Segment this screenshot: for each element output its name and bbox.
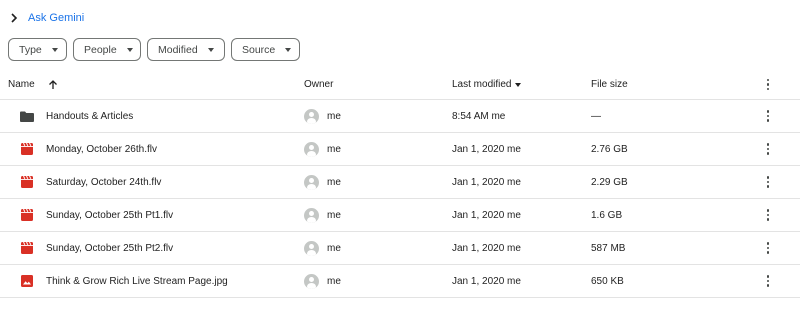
folder-icon <box>20 100 34 132</box>
video-icon <box>20 166 34 198</box>
avatar <box>304 273 319 289</box>
filter-source-label: Source <box>242 43 276 56</box>
video-icon <box>20 133 34 165</box>
owner-name: me <box>327 176 341 188</box>
column-options-more-icon[interactable] <box>762 70 774 99</box>
dropdown-caret-icon <box>51 47 58 52</box>
column-header-owner[interactable]: Owner <box>304 70 333 99</box>
video-icon <box>20 232 34 264</box>
filter-people-chip[interactable]: People <box>73 38 141 61</box>
filter-source-chip[interactable]: Source <box>231 38 300 61</box>
table-header: Name Owner Last modified File size <box>0 70 800 100</box>
table-row[interactable]: Handouts & Articles me 8:54 AM me — <box>0 100 800 133</box>
ask-gemini-link[interactable]: Ask Gemini <box>28 12 84 24</box>
dropdown-caret-icon <box>285 47 292 52</box>
more-actions-icon[interactable] <box>762 265 774 297</box>
file-name[interactable]: Sunday, October 25th Pt2.flv <box>46 232 173 264</box>
owner-name: me <box>327 209 341 221</box>
more-actions-icon[interactable] <box>762 232 774 264</box>
table-row[interactable]: Sunday, October 25th Pt2.flv me Jan 1, 2… <box>0 232 800 265</box>
filter-type-label: Type <box>19 43 42 56</box>
owner-cell: me <box>304 265 341 297</box>
dropdown-caret-icon <box>207 47 214 52</box>
avatar <box>304 108 319 124</box>
avatar <box>304 207 319 223</box>
file-name[interactable]: Handouts & Articles <box>46 100 133 132</box>
more-actions-icon[interactable] <box>762 199 774 231</box>
column-header-file-size[interactable]: File size <box>591 70 628 99</box>
file-size-cell: 2.29 GB <box>591 176 628 188</box>
last-modified-cell: 8:54 AM me <box>452 110 506 122</box>
more-actions-icon[interactable] <box>762 100 774 132</box>
column-header-last-modified[interactable]: Last modified <box>452 70 522 99</box>
file-name[interactable]: Sunday, October 25th Pt1.flv <box>46 199 173 231</box>
file-table: Name Owner Last modified File size Hando… <box>0 70 800 298</box>
more-actions-icon[interactable] <box>762 166 774 198</box>
owner-name: me <box>327 143 341 155</box>
last-modified-cell: Jan 1, 2020 me <box>452 143 521 155</box>
file-name[interactable]: Saturday, October 24th.flv <box>46 166 161 198</box>
avatar <box>304 240 319 256</box>
owner-cell: me <box>304 166 341 198</box>
owner-name: me <box>327 110 341 122</box>
more-actions-icon[interactable] <box>762 133 774 165</box>
column-header-last-modified-label: Last modified <box>452 79 512 90</box>
file-name[interactable]: Think & Grow Rich Live Stream Page.jpg <box>46 265 228 297</box>
chevron-right-icon <box>8 12 20 24</box>
owner-name: me <box>327 275 341 287</box>
owner-name: me <box>327 242 341 254</box>
owner-cell: me <box>304 199 341 231</box>
filter-modified-chip[interactable]: Modified <box>147 38 225 61</box>
image-icon <box>20 265 34 297</box>
column-header-name[interactable]: Name <box>8 70 35 99</box>
file-size-cell: 2.76 GB <box>591 143 628 155</box>
dropdown-caret-icon <box>126 47 133 52</box>
table-row[interactable]: Saturday, October 24th.flv me Jan 1, 202… <box>0 166 800 199</box>
filter-bar: Type People Modified Source <box>8 38 300 61</box>
file-size-cell: — <box>591 110 601 122</box>
file-size-cell: 587 MB <box>591 242 626 254</box>
last-modified-cell: Jan 1, 2020 me <box>452 242 521 254</box>
sort-arrow-up-icon[interactable] <box>48 70 58 99</box>
owner-cell: me <box>304 100 341 132</box>
file-size-cell: 1.6 GB <box>591 209 623 221</box>
table-row[interactable]: Think & Grow Rich Live Stream Page.jpg m… <box>0 265 800 298</box>
avatar <box>304 141 319 157</box>
file-size-cell: 650 KB <box>591 275 624 287</box>
video-icon <box>20 199 34 231</box>
last-modified-cell: Jan 1, 2020 me <box>452 275 521 287</box>
table-row[interactable]: Sunday, October 25th Pt1.flv me Jan 1, 2… <box>0 199 800 232</box>
owner-cell: me <box>304 133 341 165</box>
last-modified-cell: Jan 1, 2020 me <box>452 209 521 221</box>
sort-caret-down-icon <box>515 82 522 87</box>
table-row[interactable]: Monday, October 26th.flv me Jan 1, 2020 … <box>0 133 800 166</box>
file-name[interactable]: Monday, October 26th.flv <box>46 133 157 165</box>
owner-cell: me <box>304 232 341 264</box>
filter-people-label: People <box>84 43 117 56</box>
avatar <box>304 174 319 190</box>
filter-type-chip[interactable]: Type <box>8 38 67 61</box>
last-modified-cell: Jan 1, 2020 me <box>452 176 521 188</box>
ask-gemini-toggle[interactable]: Ask Gemini <box>8 9 84 27</box>
filter-modified-label: Modified <box>158 43 198 56</box>
